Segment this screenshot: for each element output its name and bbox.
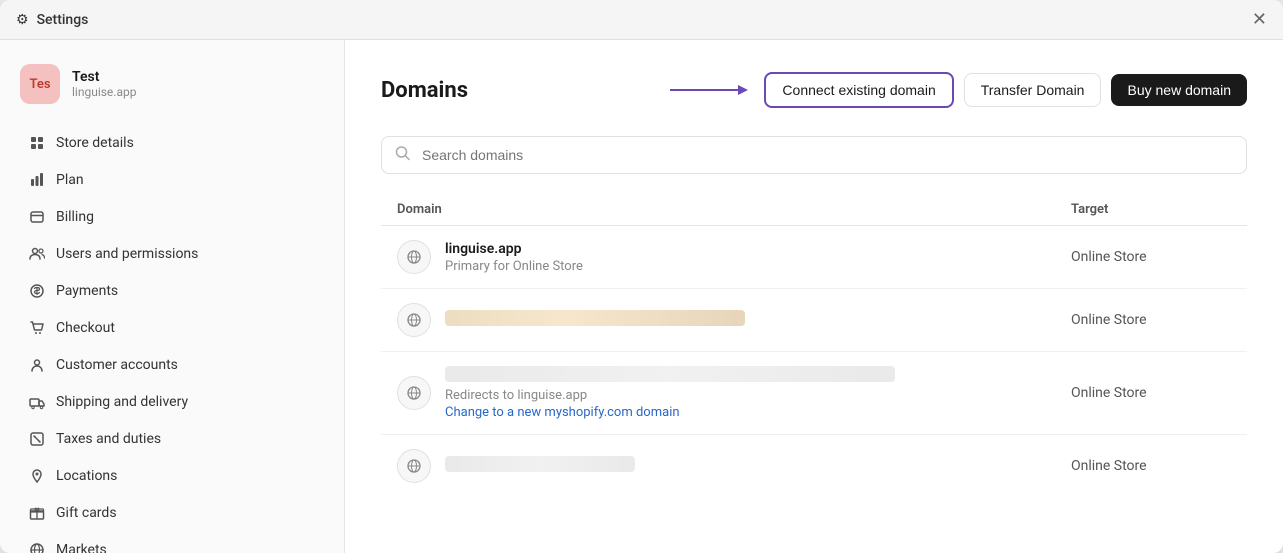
domain-globe-icon <box>397 240 431 274</box>
store-info: Test linguise.app <box>72 69 136 99</box>
sidebar-item-markets[interactable]: Markets <box>8 532 336 553</box>
sidebar-item-label: Taxes and duties <box>56 431 161 447</box>
sidebar-item-payments[interactable]: Payments <box>8 273 336 309</box>
window-title: Settings <box>37 12 89 28</box>
domain-target: Online Store <box>1071 458 1231 474</box>
page-title: Domains <box>381 78 668 103</box>
domain-name: linguise.app <box>445 241 1071 257</box>
title-bar: ⚙ Settings ✕ <box>0 0 1283 40</box>
domain-info <box>445 456 1071 476</box>
sidebar-header: Tes Test linguise.app <box>0 56 344 124</box>
domain-info: linguise.app Primary for Online Store <box>445 241 1071 274</box>
change-myshopify-link[interactable]: Change to a new myshopify.com domain <box>445 405 1071 420</box>
col-target-header: Target <box>1071 202 1231 217</box>
sidebar-item-label: Customer accounts <box>56 357 178 373</box>
sidebar-item-label: Checkout <box>56 320 115 336</box>
checkout-icon <box>28 319 46 337</box>
blurred-domain-name <box>445 366 1071 386</box>
domain-sub: Primary for Online Store <box>445 259 1071 274</box>
sidebar-item-gift-cards[interactable]: Gift cards <box>8 495 336 531</box>
table-row[interactable]: Online Store <box>381 289 1247 352</box>
table-header: Domain Target <box>381 194 1247 226</box>
sidebar-nav: Store details Plan Billing <box>0 125 344 553</box>
domain-info <box>445 310 1071 330</box>
main-content: Domains Connect existing domain Transfer… <box>345 40 1283 553</box>
transfer-domain-button[interactable]: Transfer Domain <box>964 73 1102 107</box>
payments-icon <box>28 282 46 300</box>
search-input[interactable] <box>381 136 1247 174</box>
sidebar-item-label: Markets <box>56 542 107 553</box>
search-container <box>381 136 1247 174</box>
sidebar-item-label: Users and permissions <box>56 246 198 262</box>
buy-new-domain-button[interactable]: Buy new domain <box>1111 74 1247 106</box>
domain-globe-icon <box>397 376 431 410</box>
plan-icon <box>28 171 46 189</box>
sidebar-item-shipping-delivery[interactable]: Shipping and delivery <box>8 384 336 420</box>
domain-table: Domain Target linguise.app Primary for O… <box>381 194 1247 497</box>
sidebar-item-label: Payments <box>56 283 118 299</box>
search-icon <box>395 146 410 165</box>
main-header: Domains Connect existing domain Transfer… <box>381 72 1247 108</box>
shipping-icon <box>28 393 46 411</box>
domain-info: Redirects to linguise.app Change to a ne… <box>445 366 1071 420</box>
sidebar-item-checkout[interactable]: Checkout <box>8 310 336 346</box>
sidebar-item-label: Plan <box>56 172 84 188</box>
sidebar-item-taxes-duties[interactable]: Taxes and duties <box>8 421 336 457</box>
store-details-icon <box>28 134 46 152</box>
domain-sub: Redirects to linguise.app <box>445 388 1071 403</box>
customer-icon <box>28 356 46 374</box>
sidebar-item-customer-accounts[interactable]: Customer accounts <box>8 347 336 383</box>
sidebar-item-label: Shipping and delivery <box>56 394 188 410</box>
store-url: linguise.app <box>72 85 136 99</box>
connect-existing-domain-button[interactable]: Connect existing domain <box>764 72 953 108</box>
gift-cards-icon <box>28 504 46 522</box>
domain-target: Online Store <box>1071 385 1231 401</box>
gear-icon: ⚙ <box>16 12 29 28</box>
taxes-icon <box>28 430 46 448</box>
domain-target: Online Store <box>1071 249 1231 265</box>
sidebar-item-label: Gift cards <box>56 505 117 521</box>
settings-window: ⚙ Settings ✕ Tes Test linguise.app Store… <box>0 0 1283 553</box>
domain-target: Online Store <box>1071 312 1231 328</box>
domain-globe-icon <box>397 303 431 337</box>
header-actions: Connect existing domain Transfer Domain … <box>668 72 1247 108</box>
sidebar-item-label: Billing <box>56 209 94 225</box>
sidebar-item-users-permissions[interactable]: Users and permissions <box>8 236 336 272</box>
table-row[interactable]: Online Store <box>381 435 1247 497</box>
blurred-domain-name <box>445 310 1071 330</box>
sidebar-item-billing[interactable]: Billing <box>8 199 336 235</box>
sidebar-item-label: Store details <box>56 135 134 151</box>
table-row[interactable]: Redirects to linguise.app Change to a ne… <box>381 352 1247 435</box>
sidebar-item-locations[interactable]: Locations <box>8 458 336 494</box>
title-bar-title: ⚙ Settings <box>16 12 88 28</box>
col-domain-header: Domain <box>397 202 1071 217</box>
close-button[interactable]: ✕ <box>1252 11 1267 29</box>
blurred-domain-name <box>445 456 1071 476</box>
domain-globe-icon <box>397 449 431 483</box>
users-icon <box>28 245 46 263</box>
sidebar-item-label: Locations <box>56 468 117 484</box>
sidebar: Tes Test linguise.app Store details <box>0 40 345 553</box>
table-row[interactable]: linguise.app Primary for Online Store On… <box>381 226 1247 289</box>
billing-icon <box>28 208 46 226</box>
arrow-indicator <box>668 78 748 102</box>
locations-icon <box>28 467 46 485</box>
avatar: Tes <box>20 64 60 104</box>
content-area: Tes Test linguise.app Store details <box>0 40 1283 553</box>
sidebar-item-plan[interactable]: Plan <box>8 162 336 198</box>
store-name: Test <box>72 69 136 85</box>
markets-icon <box>28 541 46 553</box>
sidebar-item-store-details[interactable]: Store details <box>8 125 336 161</box>
